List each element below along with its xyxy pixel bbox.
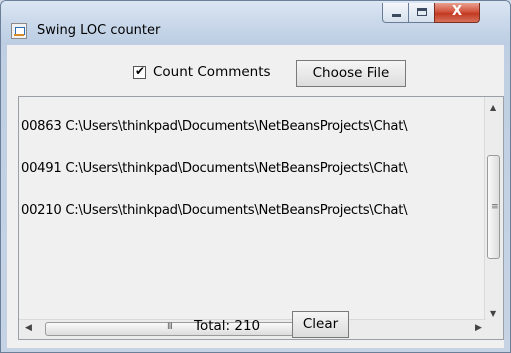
grip-icon: ≡ [491,202,498,212]
scroll-left-icon[interactable]: ◀ [25,323,32,333]
java-app-icon [11,23,27,39]
app-window: Swing LOC counter X ✔ Count Comments Cho… [0,0,511,353]
scroll-right-icon[interactable]: ▶ [475,323,482,333]
list-item[interactable]: 00863 C:\Users\thinkpad\Documents\NetBea… [21,119,408,134]
list-item[interactable]: 00210 C:\Users\thinkpad\Documents\NetBea… [21,203,408,218]
maximize-button[interactable] [408,3,435,23]
minimize-button[interactable] [382,3,409,23]
results-list-panel: 00863 C:\Users\thinkpad\Documents\NetBea… [18,96,504,340]
window-title: Swing LOC counter [37,23,161,38]
total-label: Total: 210 [194,318,261,334]
maximize-icon [417,8,427,16]
horizontal-scroll-thumb[interactable]: III [45,322,301,336]
title-bar[interactable]: Swing LOC counter X [1,1,510,45]
minimize-icon [392,14,401,17]
grip-icon: III [167,322,173,332]
count-comments-label[interactable]: Count Comments [153,64,271,80]
count-comments-checkbox[interactable]: ✔ [133,64,146,79]
vertical-scroll-thumb[interactable]: ≡ [487,155,500,259]
check-icon: ✔ [135,64,146,78]
scrollbar-corner [485,320,503,339]
clear-button[interactable]: Clear [292,311,349,338]
scroll-up-icon[interactable]: ▲ [490,103,496,112]
close-icon: X [451,4,463,19]
results-list[interactable]: 00863 C:\Users\thinkpad\Documents\NetBea… [19,97,486,321]
vertical-scrollbar[interactable]: ▲ ≡ ▼ [484,97,503,321]
options-row: ✔ Count Comments Choose File [7,45,504,95]
list-item[interactable]: 00491 C:\Users\thinkpad\Documents\NetBea… [21,161,408,176]
content-pane: ✔ Count Comments Choose File 00863 C:\Us… [7,45,504,348]
close-button[interactable]: X [434,3,480,23]
scroll-down-icon[interactable]: ▼ [490,309,496,318]
choose-file-button[interactable]: Choose File [296,60,406,87]
